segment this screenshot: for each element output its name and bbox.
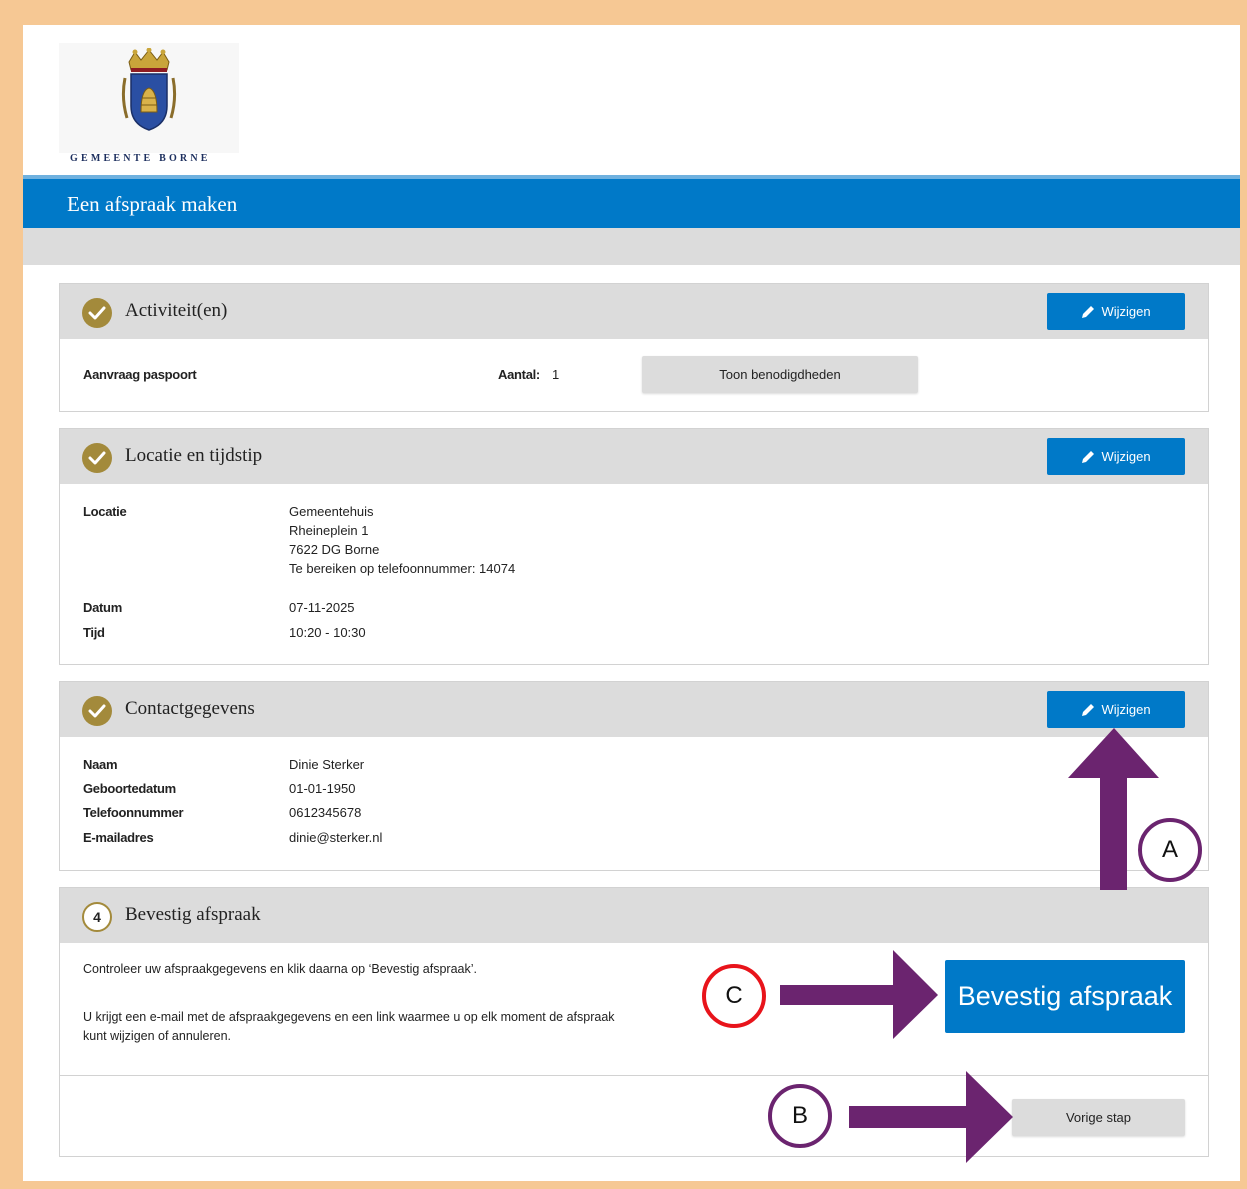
annotation-c-label: C bbox=[725, 982, 743, 1009]
annotation-arrows bbox=[780, 728, 1159, 1163]
page: GEMEENTE BORNE Een afspraak maken Activi… bbox=[23, 25, 1240, 1181]
annotation-b-label: B bbox=[791, 1102, 808, 1129]
annotation-a-label: A bbox=[1161, 836, 1178, 863]
annotation-b-circle: B bbox=[768, 1084, 832, 1148]
arrow-c bbox=[780, 950, 938, 1039]
annotation-c-circle: C bbox=[702, 964, 766, 1028]
annotation-a-circle: A bbox=[1138, 818, 1202, 882]
arrow-b bbox=[849, 1071, 1013, 1163]
